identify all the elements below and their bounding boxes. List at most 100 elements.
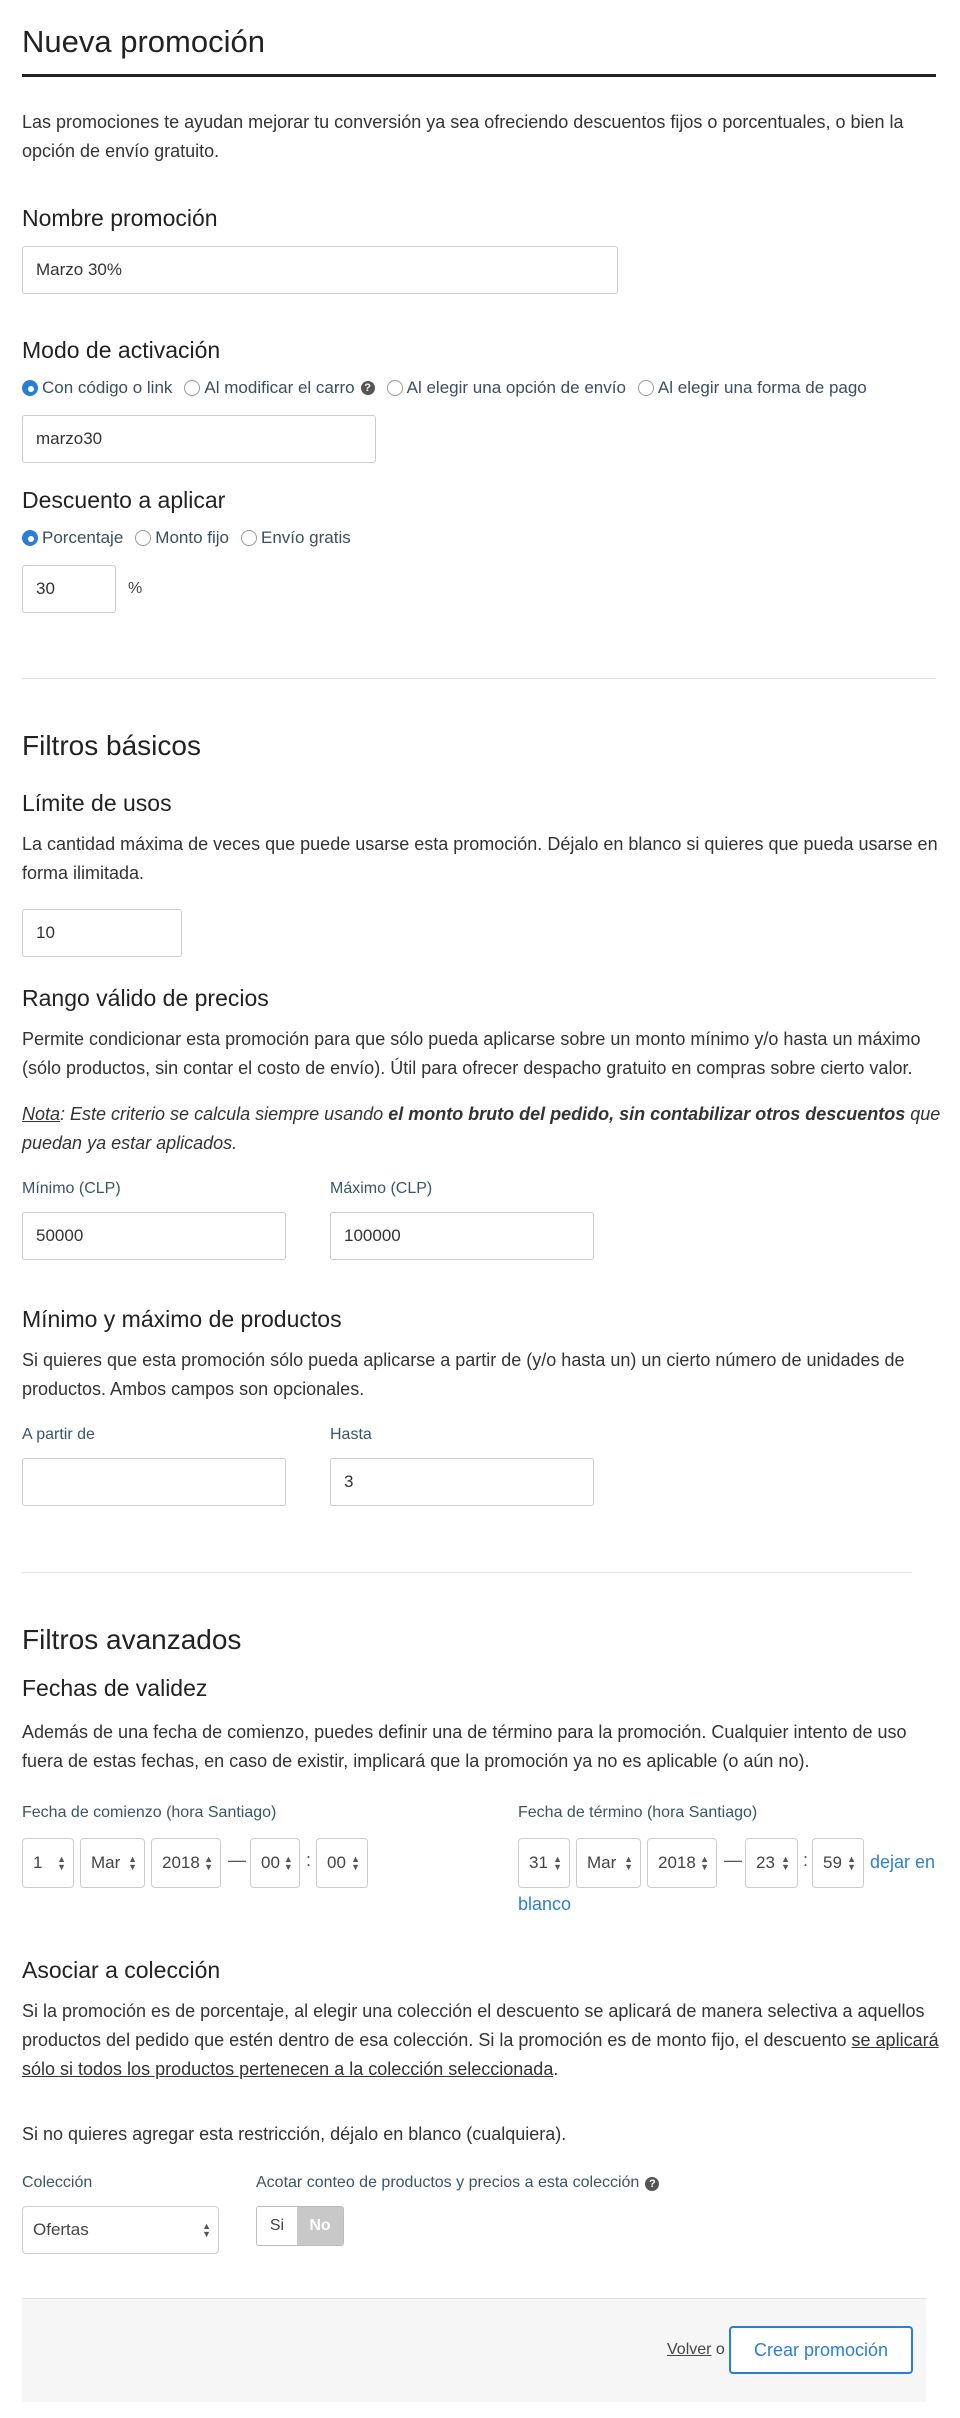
collection-desc-2: productos del pedido que estén dentro de…	[22, 2030, 939, 2050]
select-arrows-icon: ▲ ▼	[202, 2221, 211, 2239]
discount-option-fixed[interactable]: Monto fijo	[135, 528, 229, 548]
basic-filters-title: Filtros básicos	[22, 730, 201, 761]
select-arrows-icon: ▲ ▼	[128, 1854, 137, 1872]
from-count-label: A partir de	[22, 1426, 95, 1443]
activation-option-shipping[interactable]: Al elegir una opción de envío	[386, 378, 626, 398]
select-arrows-icon: ▲ ▼	[847, 1854, 856, 1872]
price-range-desc: Permite condicionar esta promoción para …	[22, 1029, 921, 1049]
price-range-desc-2: (sólo productos, sin contar el costo de …	[22, 1058, 913, 1078]
promotion-name-input[interactable]: Marzo 30%	[22, 246, 618, 294]
select-arrows-icon: ▲ ▼	[700, 1854, 709, 1872]
end-day-select[interactable]: 31 ▲ ▼	[518, 1838, 570, 1888]
restrict-count-label: Acotar conteo de productos y precios a e…	[256, 2174, 660, 2192]
discount-value-input[interactable]: 30	[22, 565, 116, 613]
advanced-filters-title: Filtros avanzados	[22, 1624, 242, 1655]
discount-label: Descuento a aplicar	[22, 487, 226, 513]
intro-text: Las promociones te ayudan mejorar tu con…	[22, 112, 904, 132]
radio-icon[interactable]	[135, 530, 152, 546]
select-arrows-icon: ▲ ▼	[781, 1854, 790, 1872]
start-minute-select[interactable]: 00 ▲ ▼	[316, 1838, 368, 1888]
page-title: Nueva promoción	[22, 24, 265, 59]
leave-blank-link[interactable]: dejar en	[870, 1852, 935, 1873]
select-arrows-icon: ▲ ▼	[624, 1854, 633, 1872]
price-range-note: Nota: Este criterio se calcula siempre u…	[22, 1104, 941, 1124]
start-month-select[interactable]: Mar ▲ ▼	[80, 1838, 145, 1888]
product-count-desc: Si quieres que esta promoción sólo pueda…	[22, 1350, 905, 1370]
restrict-count-toggle: Si No	[256, 2206, 344, 2246]
toggle-yes-button[interactable]: Si	[257, 2207, 297, 2245]
end-minute-select[interactable]: 59 ▲ ▼	[812, 1838, 864, 1888]
usage-limit-title: Límite de usos	[22, 790, 172, 816]
collection-title: Asociar a colección	[22, 1957, 221, 1983]
usage-limit-desc: La cantidad máxima de veces que puede us…	[22, 834, 938, 854]
discount-options: Porcentaje Monto fijo Envío gratis	[22, 528, 363, 548]
dates-desc-2: fuera de estas fechas, en caso de existi…	[22, 1751, 810, 1771]
promotion-form-page: Nueva promoción Las promociones te ayuda…	[0, 0, 960, 2418]
start-year-select[interactable]: 2018 ▲ ▼	[151, 1838, 221, 1888]
max-price-label: Máximo (CLP)	[330, 1180, 433, 1197]
radio-icon[interactable]	[240, 530, 257, 546]
start-date-label: Fecha de comienzo (hora Santiago)	[22, 1804, 277, 1821]
select-arrows-icon: ▲ ▼	[351, 1854, 360, 1872]
date-time-separator: —	[228, 1850, 246, 1870]
usage-limit-desc-2: forma ilimitada.	[22, 863, 145, 883]
end-hour-select[interactable]: 23 ▲ ▼	[745, 1838, 798, 1888]
name-label: Nombre promoción	[22, 205, 218, 231]
to-count-label: Hasta	[330, 1426, 372, 1443]
select-arrows-icon: ▲ ▼	[204, 1854, 213, 1872]
promo-code-input[interactable]: marzo30	[22, 415, 376, 463]
date-time-separator: —	[724, 1850, 742, 1870]
radio-selected-icon[interactable]	[22, 380, 38, 396]
activation-option-payment[interactable]: Al elegir una forma de pago	[637, 378, 867, 398]
discount-option-free-shipping[interactable]: Envío gratis	[240, 528, 351, 548]
max-price-input[interactable]: 100000	[330, 1212, 594, 1260]
toggle-no-button[interactable]: No	[297, 2207, 343, 2245]
title-underline	[22, 74, 936, 77]
activation-option-code[interactable]: Con código o link	[22, 378, 172, 398]
back-link[interactable]: Volver	[667, 2341, 711, 2358]
end-date-label: Fecha de término (hora Santiago)	[518, 1804, 758, 1821]
select-arrows-icon: ▲ ▼	[283, 1854, 293, 1872]
start-hour-select[interactable]: 00 ▲ ▼	[250, 1838, 300, 1888]
price-range-note-2: puedan ya estar aplicados.	[22, 1133, 238, 1153]
create-promotion-button[interactable]: Crear promoción	[729, 2326, 913, 2374]
collection-desc-3: sólo si todos los productos pertenecen a…	[22, 2059, 559, 2079]
time-colon: :	[306, 1850, 312, 1870]
divider	[22, 1572, 912, 1573]
collection-desc: Si la promoción es de porcentaje, al ele…	[22, 2001, 925, 2021]
radio-selected-icon[interactable]	[22, 530, 38, 546]
help-icon[interactable]: ?	[360, 381, 375, 395]
radio-icon[interactable]	[386, 380, 403, 396]
min-price-label: Mínimo (CLP)	[22, 1180, 121, 1197]
select-arrows-icon: ▲ ▼	[57, 1854, 66, 1872]
help-icon[interactable]: ?	[645, 2177, 660, 2191]
collection-blank-hint: Si no quieres agregar esta restricción, …	[22, 2124, 567, 2144]
footer-actions-text: Volver o	[667, 2341, 725, 2358]
dates-title: Fechas de validez	[22, 1675, 208, 1701]
intro-text-2: opción de envío gratuito.	[22, 141, 220, 161]
divider	[22, 678, 936, 679]
radio-icon[interactable]	[637, 380, 654, 396]
time-colon: :	[803, 1850, 809, 1870]
from-count-input[interactable]	[22, 1458, 286, 1506]
to-count-input[interactable]: 3	[330, 1458, 594, 1506]
product-count-desc-2: productos. Ambos campos son opcionales.	[22, 1379, 365, 1399]
start-day-select[interactable]: 1 ▲ ▼	[22, 1838, 74, 1888]
dates-desc: Además de una fecha de comienzo, puedes …	[22, 1722, 907, 1742]
price-range-title: Rango válido de precios	[22, 985, 269, 1011]
activation-option-cart[interactable]: Al modificar el carro ?	[184, 378, 375, 398]
usage-limit-input[interactable]: 10	[22, 909, 182, 957]
collection-select[interactable]: Ofertas ▲ ▼	[22, 2206, 219, 2254]
percent-unit: %	[128, 580, 143, 597]
product-count-title: Mínimo y máximo de productos	[22, 1306, 342, 1332]
discount-option-percentage[interactable]: Porcentaje	[22, 528, 123, 548]
leave-blank-link-2[interactable]: blanco	[518, 1894, 571, 1915]
activation-label: Modo de activación	[22, 337, 221, 363]
collection-select-label: Colección	[22, 2174, 93, 2191]
end-year-select[interactable]: 2018 ▲ ▼	[647, 1838, 717, 1888]
min-price-input[interactable]: 50000	[22, 1212, 286, 1260]
end-month-select[interactable]: Mar ▲ ▼	[576, 1838, 641, 1888]
select-arrows-icon: ▲ ▼	[553, 1854, 562, 1872]
activation-options: Con código o link Al modificar el carro …	[22, 378, 879, 398]
radio-icon[interactable]	[184, 380, 201, 396]
